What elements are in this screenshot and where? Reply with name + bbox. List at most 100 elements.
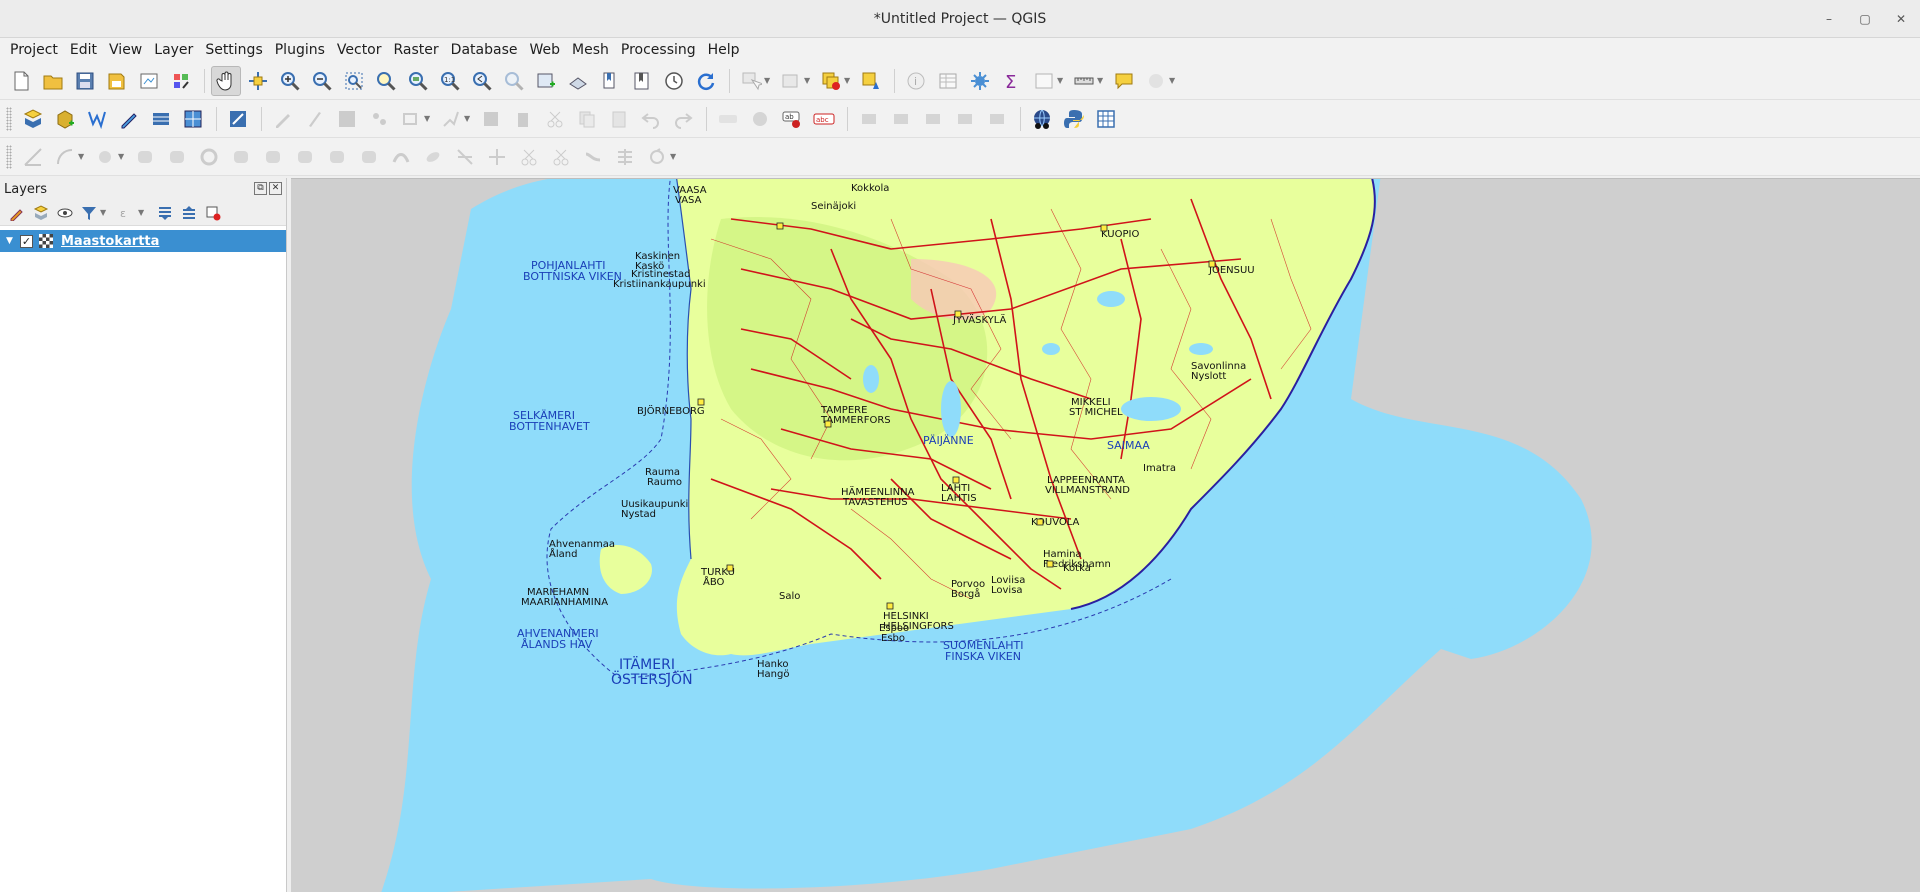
zoom-native-icon[interactable]: 1:1 [435, 66, 465, 96]
zoom-to-selection-icon[interactable] [371, 66, 401, 96]
rotate-feature-icon[interactable] [130, 142, 160, 172]
collapse-all-icon[interactable] [180, 204, 198, 222]
close-panel-icon[interactable]: ✕ [269, 182, 282, 195]
merge-attributes-icon[interactable] [578, 142, 608, 172]
delete-ring-icon[interactable] [290, 142, 320, 172]
vertex-tool-icon[interactable] [396, 104, 426, 134]
reverse-line-icon[interactable] [418, 142, 448, 172]
toggle-editing-icon[interactable] [300, 104, 330, 134]
dropdown-arrow-icon[interactable]: ▼ [118, 152, 126, 161]
zoom-next-icon[interactable] [499, 66, 529, 96]
dropdown-arrow-icon[interactable]: ▼ [1097, 76, 1105, 85]
new-temporary-layer-icon[interactable] [146, 104, 176, 134]
label-pin-icon[interactable]: ab [777, 104, 807, 134]
paste-features-icon[interactable] [604, 104, 634, 134]
dropdown-arrow-icon[interactable]: ▼ [100, 208, 108, 217]
refresh-icon[interactable] [691, 66, 721, 96]
dropdown-arrow-icon[interactable]: ▼ [804, 76, 812, 85]
style-manager-icon[interactable] [166, 66, 196, 96]
statistical-summary-icon[interactable] [1029, 66, 1059, 96]
fill-ring-icon[interactable] [258, 142, 288, 172]
select-features-icon[interactable] [736, 66, 766, 96]
undo-icon[interactable] [636, 104, 666, 134]
dropdown-arrow-icon[interactable]: ▼ [1057, 76, 1065, 85]
select-by-value-icon[interactable] [776, 66, 806, 96]
temporal-controller-icon[interactable] [659, 66, 689, 96]
split-parts-icon[interactable] [514, 142, 544, 172]
annotation-icon[interactable] [1141, 66, 1171, 96]
menu-web[interactable]: Web [523, 42, 566, 58]
maximize-icon[interactable]: ▢ [1854, 8, 1876, 30]
metasearch-icon[interactable] [1027, 104, 1057, 134]
zoom-out-icon[interactable] [307, 66, 337, 96]
add-point-feature-icon[interactable] [364, 104, 394, 134]
pan-to-selection-icon[interactable] [243, 66, 273, 96]
advanced-digitizing-icon[interactable] [18, 142, 48, 172]
menu-layer[interactable]: Layer [148, 42, 199, 58]
zoom-in-icon[interactable] [275, 66, 305, 96]
menu-settings[interactable]: Settings [199, 42, 268, 58]
open-project-icon[interactable] [38, 66, 68, 96]
close-icon[interactable]: ✕ [1890, 8, 1912, 30]
new-virtual-layer-icon[interactable] [178, 104, 208, 134]
map-canvas[interactable]: VAASA VASA KUOPIO JOENSUU JYVÄSKYLÄ BJÖR… [291, 178, 1920, 892]
label-toolbar-icon[interactable] [713, 104, 743, 134]
new-geopackage-layer-icon[interactable] [50, 104, 80, 134]
add-group-icon[interactable] [32, 204, 50, 222]
copy-features-icon[interactable] [572, 104, 602, 134]
new-3d-map-view-icon[interactable] [563, 66, 593, 96]
dropdown-arrow-icon[interactable]: ▼ [78, 152, 86, 161]
menu-database[interactable]: Database [445, 42, 524, 58]
zoom-to-layer-icon[interactable] [403, 66, 433, 96]
diagram-icon[interactable] [854, 104, 884, 134]
python-console-icon[interactable] [1059, 104, 1089, 134]
cut-features-icon[interactable] [540, 104, 570, 134]
remove-layer-icon[interactable] [204, 204, 222, 222]
open-attribute-table-icon[interactable] [933, 66, 963, 96]
layer-visibility-checkbox[interactable]: ✓ [20, 234, 33, 248]
layer-tree-item[interactable]: ▼ ✓ Maastokartta [0, 230, 286, 252]
minimize-icon[interactable]: – [1818, 8, 1840, 30]
label-highlight-icon[interactable]: abc [809, 104, 839, 134]
trim-extend-icon[interactable] [450, 142, 480, 172]
current-edits-icon[interactable] [268, 104, 298, 134]
rotate-point-symbols-icon[interactable] [610, 142, 640, 172]
add-ring-icon[interactable] [194, 142, 224, 172]
dropdown-arrow-icon[interactable]: ▼ [138, 208, 146, 217]
layer-labeling-icon[interactable] [745, 104, 775, 134]
merge-features-icon[interactable] [546, 142, 576, 172]
dropdown-arrow-icon[interactable]: ▼ [1169, 76, 1177, 85]
filter-legend-icon[interactable] [80, 204, 98, 222]
delete-part-icon[interactable] [322, 142, 352, 172]
save-layer-edits-icon[interactable] [332, 104, 362, 134]
field-calculator-icon[interactable]: Σ [997, 66, 1027, 96]
expand-arrow-icon[interactable]: ▼ [6, 236, 20, 246]
offset-curve-icon[interactable] [386, 142, 416, 172]
undock-panel-icon[interactable]: ⧉ [254, 182, 267, 195]
save-project-icon[interactable] [70, 66, 100, 96]
show-bookmarks-icon[interactable] [627, 66, 657, 96]
filter-expression-icon[interactable]: ε [118, 204, 136, 222]
data-source-manager-icon[interactable] [18, 104, 48, 134]
rotate-label-icon[interactable] [918, 104, 948, 134]
select-location-icon[interactable] [856, 66, 886, 96]
split-features-icon[interactable] [482, 142, 512, 172]
menu-view[interactable]: View [103, 42, 148, 58]
dropdown-arrow-icon[interactable]: ▼ [464, 114, 472, 123]
change-label-icon[interactable] [950, 104, 980, 134]
measure-line-icon[interactable] [1069, 66, 1099, 96]
menu-processing[interactable]: Processing [615, 42, 702, 58]
open-layer-styling-icon[interactable] [223, 104, 253, 134]
edit-attributes-icon[interactable] [476, 104, 506, 134]
toolbar-handle[interactable] [6, 106, 12, 131]
map-tips-icon[interactable] [1109, 66, 1139, 96]
dropdown-arrow-icon[interactable]: ▼ [424, 114, 432, 123]
offset-point-symbols-icon[interactable] [642, 142, 672, 172]
move-label-icon[interactable] [886, 104, 916, 134]
dropdown-arrow-icon[interactable]: ▼ [764, 76, 772, 85]
new-project-icon[interactable] [6, 66, 36, 96]
save-as-icon[interactable] [102, 66, 132, 96]
print-layout-icon[interactable] [134, 66, 164, 96]
delete-selected-icon[interactable] [508, 104, 538, 134]
add-circular-string-icon[interactable] [50, 142, 80, 172]
